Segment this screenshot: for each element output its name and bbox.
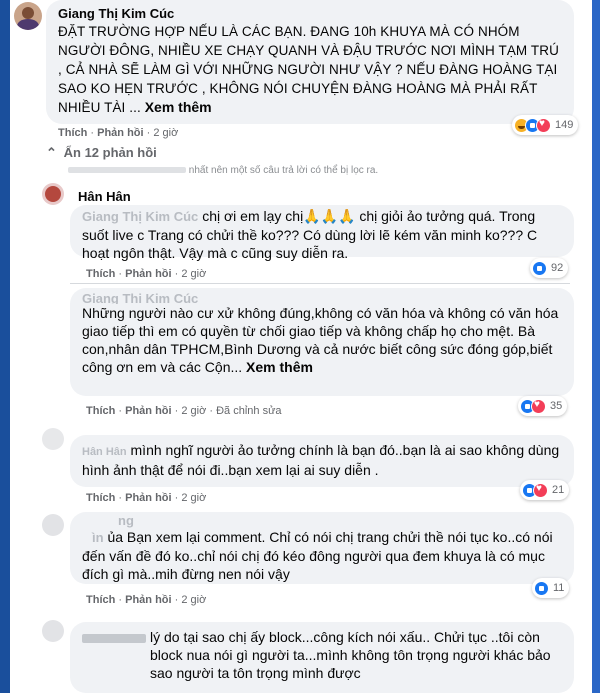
avatar[interactable] bbox=[42, 514, 64, 536]
reply-link[interactable]: Phản hồi bbox=[125, 268, 171, 280]
comment-actions: Thích · Phản hồi · 2 giờ bbox=[86, 492, 207, 504]
comment-time[interactable]: 2 giờ bbox=[181, 492, 206, 504]
comment-bubble: Hân Hân mình nghĩ người ảo tưởng chính l… bbox=[70, 435, 574, 487]
comment-text: lý do tại sao chị ấy block...công kích n… bbox=[150, 629, 551, 681]
avatar[interactable] bbox=[42, 428, 64, 450]
reply-link[interactable]: Phản hồi bbox=[125, 492, 171, 504]
blurred-text bbox=[68, 167, 186, 174]
comment-text: ĐẶT TRƯỜNG HỢP NẾU LÀ CÁC BẠN. ĐANG 10h … bbox=[58, 24, 559, 115]
comment-text: mình nghĩ người ảo tưởng chính là bạn đó… bbox=[82, 442, 560, 478]
see-more-link[interactable]: Xem thêm bbox=[246, 359, 313, 375]
comment-author[interactable]: ng bbox=[82, 514, 562, 528]
avatar[interactable] bbox=[14, 2, 42, 30]
edited-label: Đã chỉnh sửa bbox=[216, 405, 282, 417]
reaction-summary[interactable]: 11 bbox=[532, 578, 570, 598]
reaction-summary[interactable]: 149 bbox=[512, 115, 579, 135]
comment-bubble: Giang Thị Kim Cúc chị ơi em lạy chị🙏🙏🙏 c… bbox=[70, 205, 574, 261]
filter-notice: nhất nên một số câu trả lời có thể bị lọ… bbox=[68, 165, 378, 176]
mention-link[interactable]: Giang Thị Kim Cúc bbox=[82, 209, 198, 224]
reaction-count: 92 bbox=[551, 262, 564, 274]
love-icon bbox=[533, 482, 548, 498]
comment-actions: Thích · Phản hồi · 2 giờ bbox=[86, 268, 207, 280]
comment-actions: Thích · Phản hồi · 2 giờ bbox=[58, 127, 179, 139]
avatar[interactable] bbox=[42, 620, 64, 642]
reaction-count: 21 bbox=[552, 484, 565, 496]
window-frame-left bbox=[0, 0, 10, 693]
comment-bubble: lý do tại sao chị ấy block...công kích n… bbox=[70, 622, 574, 693]
avatar[interactable] bbox=[42, 183, 64, 205]
reply-link[interactable]: Phản hồi bbox=[97, 127, 143, 139]
chevron-up-icon: ⌃ bbox=[46, 145, 57, 160]
reaction-summary[interactable]: 92 bbox=[530, 258, 569, 278]
see-more-link[interactable]: Xem thêm bbox=[145, 99, 212, 115]
comment-bubble: Giang Thị Kim Cúc ĐẶT TRƯỜNG HỢP NẾU LÀ … bbox=[46, 0, 574, 124]
comment-author[interactable]: Giang Thị Kim Cúc bbox=[82, 290, 562, 304]
reaction-summary[interactable]: 21 bbox=[520, 480, 570, 500]
blurred-name bbox=[82, 634, 146, 643]
like-link[interactable]: Thích bbox=[86, 594, 115, 606]
reply-link[interactable]: Phản hồi bbox=[125, 594, 171, 606]
love-icon bbox=[536, 117, 551, 133]
like-icon bbox=[532, 260, 547, 276]
comment-text: Những người nào cư xử không đúng,không c… bbox=[82, 305, 559, 375]
comment-actions: Thích · Phản hồi · 2 giờ · Đã chỉnh sửa bbox=[86, 405, 282, 417]
reaction-count: 11 bbox=[553, 582, 565, 594]
divider bbox=[70, 283, 570, 284]
comment-bubble: ng ìn ủa Bạn xem lại comment. Chỉ có nói… bbox=[70, 512, 574, 584]
comment-text-prefix: ìn bbox=[92, 530, 104, 545]
like-link[interactable]: Thích bbox=[86, 405, 115, 417]
comment-author[interactable]: Hân Hân bbox=[78, 189, 131, 204]
comment-time[interactable]: 2 giờ bbox=[153, 127, 178, 139]
like-link[interactable]: Thích bbox=[58, 127, 87, 139]
comment-bubble: Giang Thị Kim Cúc Những người nào cư xử … bbox=[70, 288, 574, 396]
like-icon bbox=[534, 580, 549, 596]
comment-text: ủa Bạn xem lại comment. Chỉ có nói chị t… bbox=[82, 529, 553, 582]
comment-time[interactable]: 2 giờ bbox=[181, 405, 206, 417]
comment-actions: Thích · Phản hồi · 2 giờ bbox=[86, 594, 207, 606]
reaction-count: 35 bbox=[550, 400, 563, 412]
comment-author[interactable]: Giang Thị Kim Cúc bbox=[58, 6, 562, 22]
window-frame-right bbox=[592, 0, 600, 693]
love-icon bbox=[531, 398, 546, 414]
reaction-summary[interactable]: 35 bbox=[518, 396, 568, 416]
comment-time[interactable]: 2 giờ bbox=[181, 594, 206, 606]
comment-time[interactable]: 2 giờ bbox=[181, 268, 206, 280]
reaction-count: 149 bbox=[555, 119, 574, 131]
like-link[interactable]: Thích bbox=[86, 492, 115, 504]
comment-author[interactable]: Hân Hân bbox=[82, 446, 127, 458]
reply-link[interactable]: Phản hồi bbox=[125, 405, 171, 417]
hide-replies-link[interactable]: ⌃ Ẩn 12 phản hồi bbox=[46, 145, 157, 161]
like-link[interactable]: Thích bbox=[86, 268, 115, 280]
